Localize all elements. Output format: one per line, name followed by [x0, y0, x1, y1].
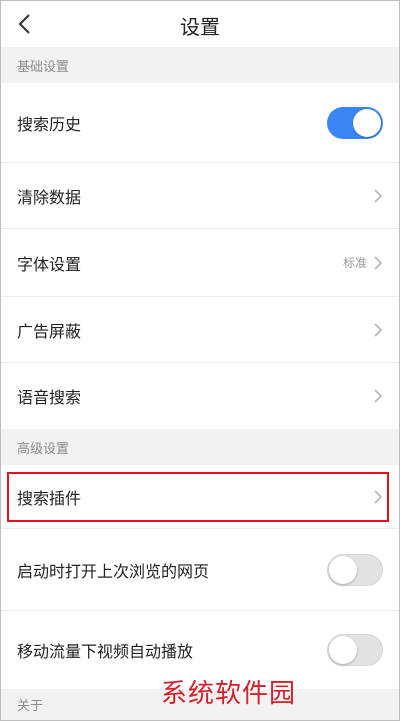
row-label: 语音搜索	[17, 388, 82, 407]
mobile-autoplay-toggle[interactable]	[327, 634, 383, 666]
chevron-right-icon	[374, 255, 383, 270]
row-font-settings[interactable]: 字体设置 标准	[1, 229, 399, 297]
row-clear-data[interactable]: 清除数据	[1, 163, 399, 229]
top-bar: 设置	[1, 1, 399, 47]
open-last-page-toggle[interactable]	[327, 553, 383, 586]
settings-screen: 设置 基础设置 搜索历史 清除数据 字体设置 标准 广告屏蔽 语音搜索 高级设置	[0, 0, 400, 721]
chevron-right-icon	[374, 389, 383, 403]
chevron-right-icon	[374, 322, 383, 337]
row-open-last-page: 启动时打开上次浏览的网页	[1, 529, 399, 611]
watermark-text: 系统软件园	[161, 679, 297, 709]
row-search-plugin[interactable]: 搜索插件	[1, 465, 399, 529]
row-label: 启动时打开上次浏览的网页	[17, 561, 210, 581]
search-history-toggle[interactable]	[327, 106, 383, 139]
row-search-history: 搜索历史	[1, 83, 399, 163]
toggle-knob	[329, 636, 357, 664]
row-label: 清除数据	[17, 187, 82, 207]
page-title: 设置	[180, 15, 220, 39]
chevron-right-icon	[374, 188, 383, 203]
row-label: 搜索插件	[17, 488, 82, 508]
toggle-knob	[353, 108, 381, 137]
section-header-advanced: 高级设置	[1, 429, 399, 465]
row-voice-search[interactable]: 语音搜索	[1, 363, 399, 429]
font-size-value: 标准	[342, 256, 367, 270]
row-label: 广告屏蔽	[17, 321, 82, 341]
row-label: 移动流量下视频自动播放	[17, 642, 194, 661]
chevron-right-icon	[374, 489, 383, 504]
section-header-basic: 基础设置	[1, 47, 399, 83]
row-label: 搜索历史	[17, 114, 82, 134]
toggle-knob	[329, 555, 357, 584]
row-ad-block[interactable]: 广告屏蔽	[1, 297, 399, 363]
row-label: 字体设置	[17, 254, 82, 274]
